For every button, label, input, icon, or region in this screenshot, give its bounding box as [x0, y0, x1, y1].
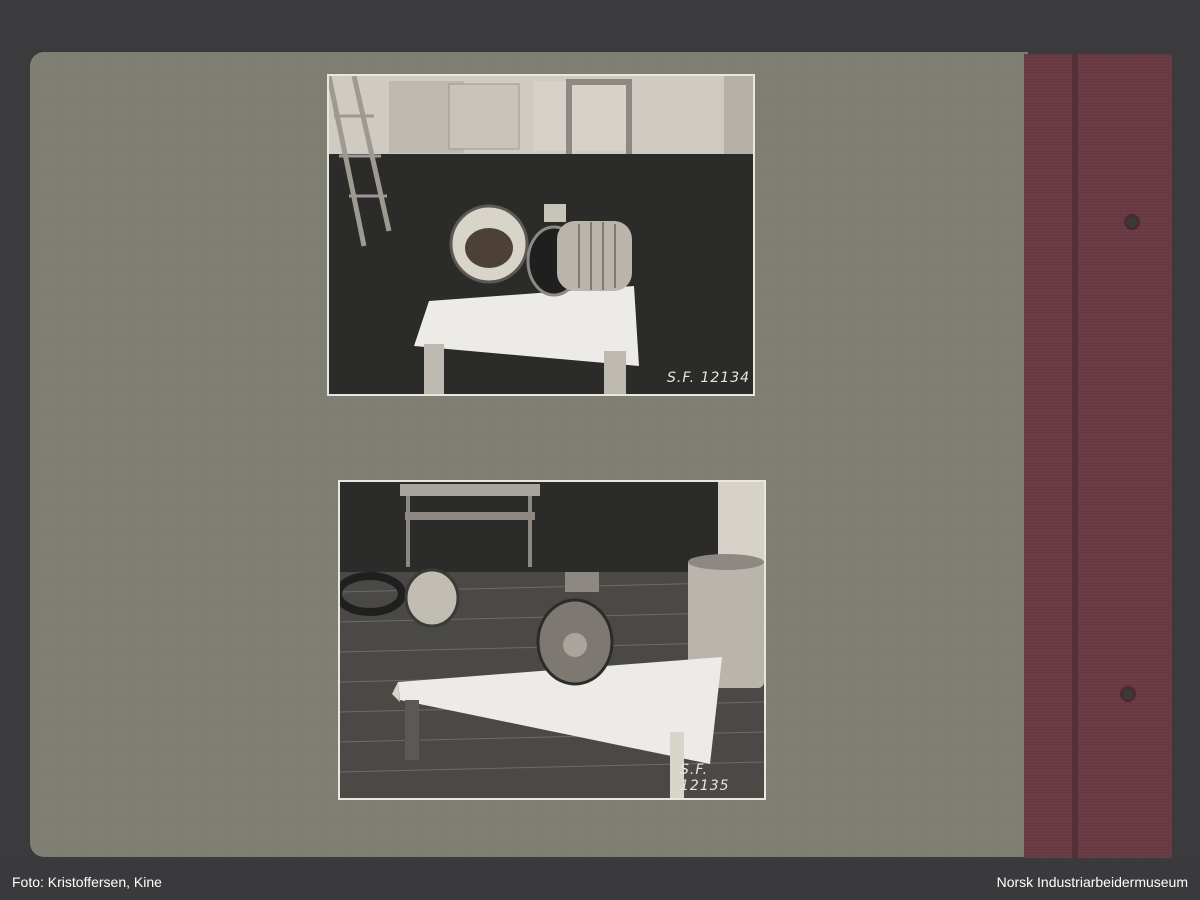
- photo-2-id-label-line2: 12135: [680, 778, 730, 794]
- photo-credit: Foto: Kristoffersen, Kine: [12, 874, 162, 890]
- photo-2-id-label-line1: S.F.: [680, 762, 709, 778]
- photo-motor-on-table: S.F. 12135: [338, 480, 766, 800]
- binder-hole-top: [1124, 214, 1140, 230]
- album-spine: [1024, 54, 1172, 858]
- institution-name: Norsk Industriarbeidermuseum: [996, 874, 1188, 890]
- spine-fold: [1072, 54, 1078, 858]
- photo-1-image: [329, 76, 753, 394]
- photo-1-id-label: S.F. 12134: [667, 370, 751, 386]
- photo-2-image: [340, 482, 764, 798]
- footer-bar: Foto: Kristoffersen, Kine Norsk Industri…: [0, 862, 1200, 900]
- binder-hole-bottom: [1120, 686, 1136, 702]
- photo-motor-disassembled: S.F. 12134: [327, 74, 755, 396]
